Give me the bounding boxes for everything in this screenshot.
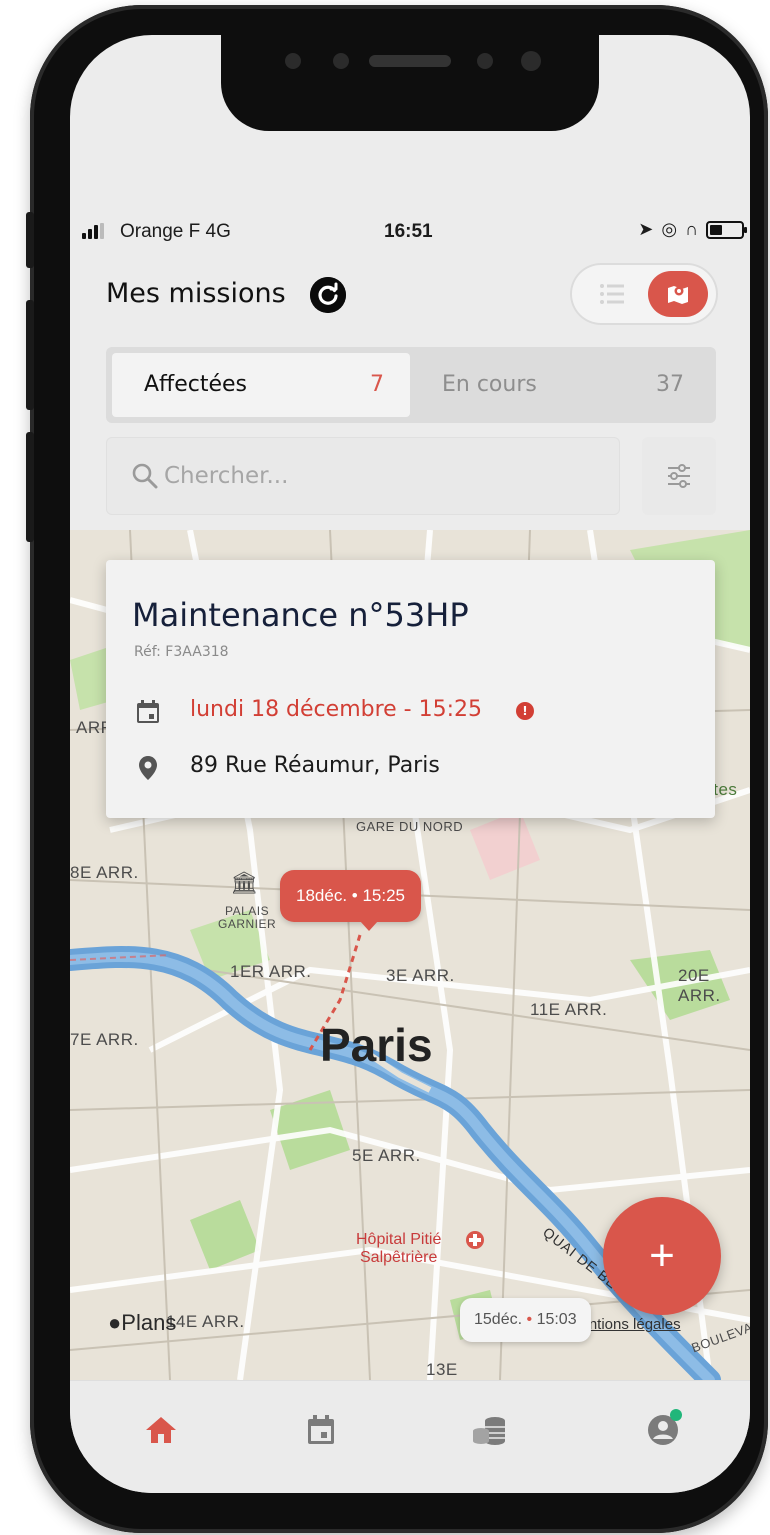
nav-profile[interactable] [638, 1405, 688, 1455]
mission-card[interactable]: Maintenance n°53HP Réf: F3AA318 lundi 18… [106, 560, 715, 818]
map-pin-selected[interactable]: 18déc. • 15:25 [280, 870, 421, 931]
map-icon [668, 286, 688, 304]
online-status-indicator [670, 1409, 682, 1421]
camera-lens [333, 53, 349, 69]
camera-lens [477, 53, 493, 69]
calendar-icon [308, 1415, 334, 1444]
view-toggle [570, 263, 718, 325]
tab-label: En cours [442, 372, 537, 397]
map-label: PALAIS GARNIER [218, 904, 277, 931]
map-label: 13E [426, 1360, 458, 1379]
add-mission-button[interactable]: + [603, 1197, 721, 1315]
nav-calendar[interactable] [296, 1405, 346, 1455]
status-time: 16:51 [384, 221, 433, 242]
pin-dot: • [526, 1311, 533, 1328]
search-input[interactable] [164, 457, 594, 495]
hospital-label: Hôpital Pitié Salpêtrière [356, 1231, 442, 1266]
app-screen: Orange F 4G 16:51 ➤ ◎ ∩ Mes missions Aff… [70, 35, 750, 1493]
filter-sliders-icon [668, 464, 690, 488]
location-arrow-icon: ➤ [638, 219, 654, 239]
mission-date: lundi 18 décembre - 15:25 [190, 697, 483, 722]
calendar-icon [137, 700, 159, 723]
mission-address: 89 Rue Réaumur, Paris [190, 753, 440, 778]
tab-in-progress[interactable]: En cours 37 [410, 353, 710, 417]
maps-attribution: ●Plans [108, 1310, 176, 1336]
side-button [26, 432, 34, 542]
map-label: 11E ARR. [530, 1000, 608, 1019]
mission-title: Maintenance n°53HP [132, 596, 469, 634]
mission-tabs: Affectées 7 En cours 37 [106, 347, 716, 423]
tab-count: 37 [656, 372, 684, 397]
map-view-button[interactable] [648, 271, 708, 317]
page-title: Mes missions [106, 278, 286, 309]
battery-icon [706, 220, 747, 239]
location-pin-icon [139, 756, 157, 780]
list-view-button[interactable] [592, 280, 632, 308]
nav-home[interactable] [136, 1405, 186, 1455]
map-label: 7E ARR. [70, 1030, 139, 1049]
signal-icon [82, 223, 104, 239]
tab-count: 7 [370, 372, 384, 397]
camera-lens [521, 51, 541, 71]
maps-attribution-text: Plans [121, 1310, 177, 1335]
map-pin[interactable]: 15déc. • 15:03 [460, 1298, 591, 1342]
nav-payments[interactable] [464, 1405, 514, 1455]
refresh-button[interactable] [310, 277, 346, 313]
refresh-icon [310, 277, 346, 313]
tab-label: Affectées [144, 372, 247, 397]
apple-logo-icon: ● [108, 1310, 122, 1335]
speaker [369, 55, 451, 67]
side-button [26, 212, 34, 268]
side-button [26, 300, 34, 410]
map-label: 1ER ARR. [230, 962, 312, 981]
search-icon [132, 463, 158, 489]
filter-button[interactable] [642, 437, 716, 515]
headphones-icon: ∩ [685, 219, 698, 239]
map-label: 5E ARR. [352, 1146, 421, 1165]
alarm-icon: ◎ [661, 219, 678, 239]
map-city-label: Paris [320, 1019, 433, 1071]
status-bar: Orange F 4G 16:51 ➤ ◎ ∩ [70, 217, 750, 251]
alert-icon: ! [516, 702, 534, 720]
status-icons: ➤ ◎ ∩ [638, 219, 747, 240]
map-label: 3E ARR. [386, 966, 455, 985]
map-label: GARE DU NORD [356, 819, 464, 834]
map-label: 8E ARR. [70, 863, 139, 882]
notch [221, 35, 599, 131]
tab-assigned[interactable]: Affectées 7 [112, 353, 410, 417]
bottom-navigation [70, 1380, 750, 1493]
home-icon [146, 1417, 176, 1443]
coins-icon [473, 1417, 505, 1445]
pin-date: 15déc. [474, 1311, 523, 1328]
map-label: 14E ARR. [166, 1312, 245, 1331]
mission-ref: Réf: F3AA318 [134, 644, 229, 660]
list-icon [600, 284, 624, 304]
palais-garnier-icon: 🏛 [230, 870, 259, 895]
carrier-label: Orange F 4G [120, 221, 231, 242]
camera-lens [285, 53, 301, 69]
search-box [106, 437, 620, 515]
map-label: 20E ARR. [678, 966, 721, 1005]
pin-time: 15:03 [536, 1311, 577, 1328]
